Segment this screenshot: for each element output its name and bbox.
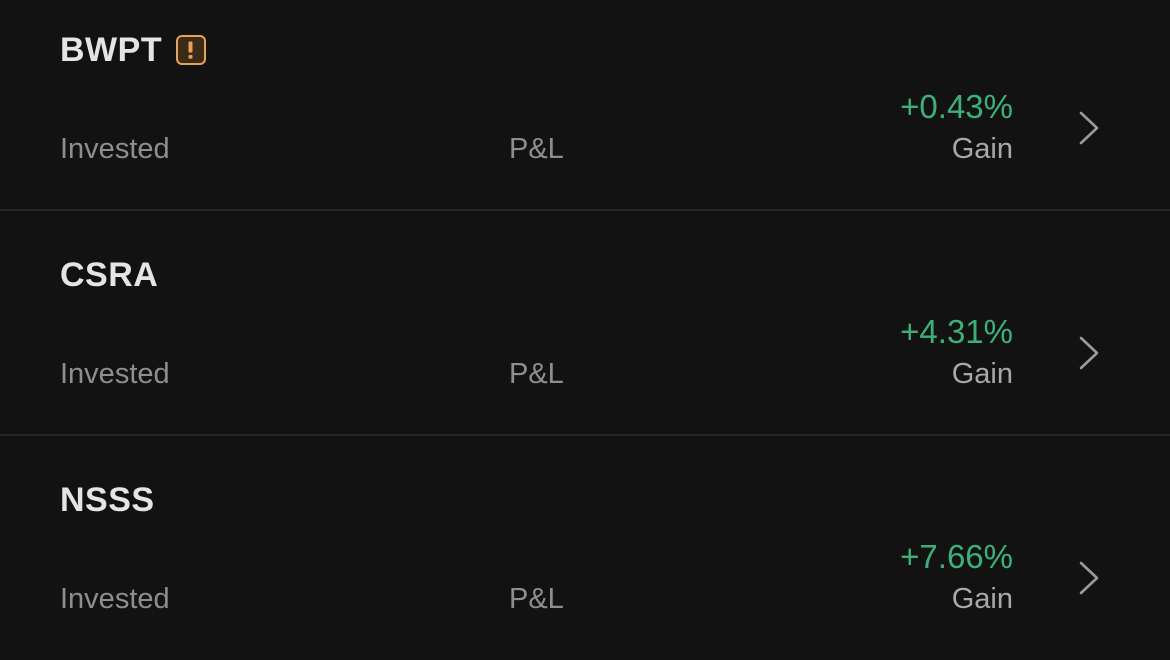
holding-row-nsss[interactable]: NSSS Invested P&L +7.66% Gain: [0, 436, 1170, 660]
ticker-name: BWPT: [60, 30, 207, 70]
holding-row-csra[interactable]: CSRA Invested P&L +4.31% Gain: [0, 211, 1170, 435]
pnl-label: P&L: [509, 583, 564, 615]
chevron-right-icon[interactable]: [1076, 335, 1102, 371]
holding-row-bwpt[interactable]: BWPT Invested P&L +0.43% Gain: [0, 0, 1170, 210]
change-percent: +7.66%: [900, 538, 1013, 575]
ticker-symbol: NSSS: [60, 481, 155, 519]
pnl-label: P&L: [509, 358, 564, 390]
change-percent: +4.31%: [900, 313, 1013, 350]
gain-label: Gain: [951, 133, 1013, 165]
change-percent: +0.43%: [900, 88, 1013, 125]
ticker-name: CSRA: [60, 255, 158, 295]
ticker-name: NSSS: [60, 480, 155, 520]
invested-label: Invested: [60, 358, 170, 390]
gain-label: Gain: [951, 358, 1013, 390]
gain-label: Gain: [951, 583, 1013, 615]
invested-label: Invested: [60, 583, 170, 615]
chevron-right-icon[interactable]: [1076, 110, 1102, 146]
holdings-list: BWPT Invested P&L +0.43% Gain CSRA Inves…: [0, 0, 1170, 656]
ticker-symbol: BWPT: [60, 31, 163, 69]
exclamation-badge-icon[interactable]: [176, 35, 207, 65]
invested-label: Invested: [60, 133, 170, 165]
chevron-right-icon[interactable]: [1076, 560, 1102, 596]
pnl-label: P&L: [509, 133, 564, 165]
ticker-symbol: CSRA: [60, 256, 159, 294]
